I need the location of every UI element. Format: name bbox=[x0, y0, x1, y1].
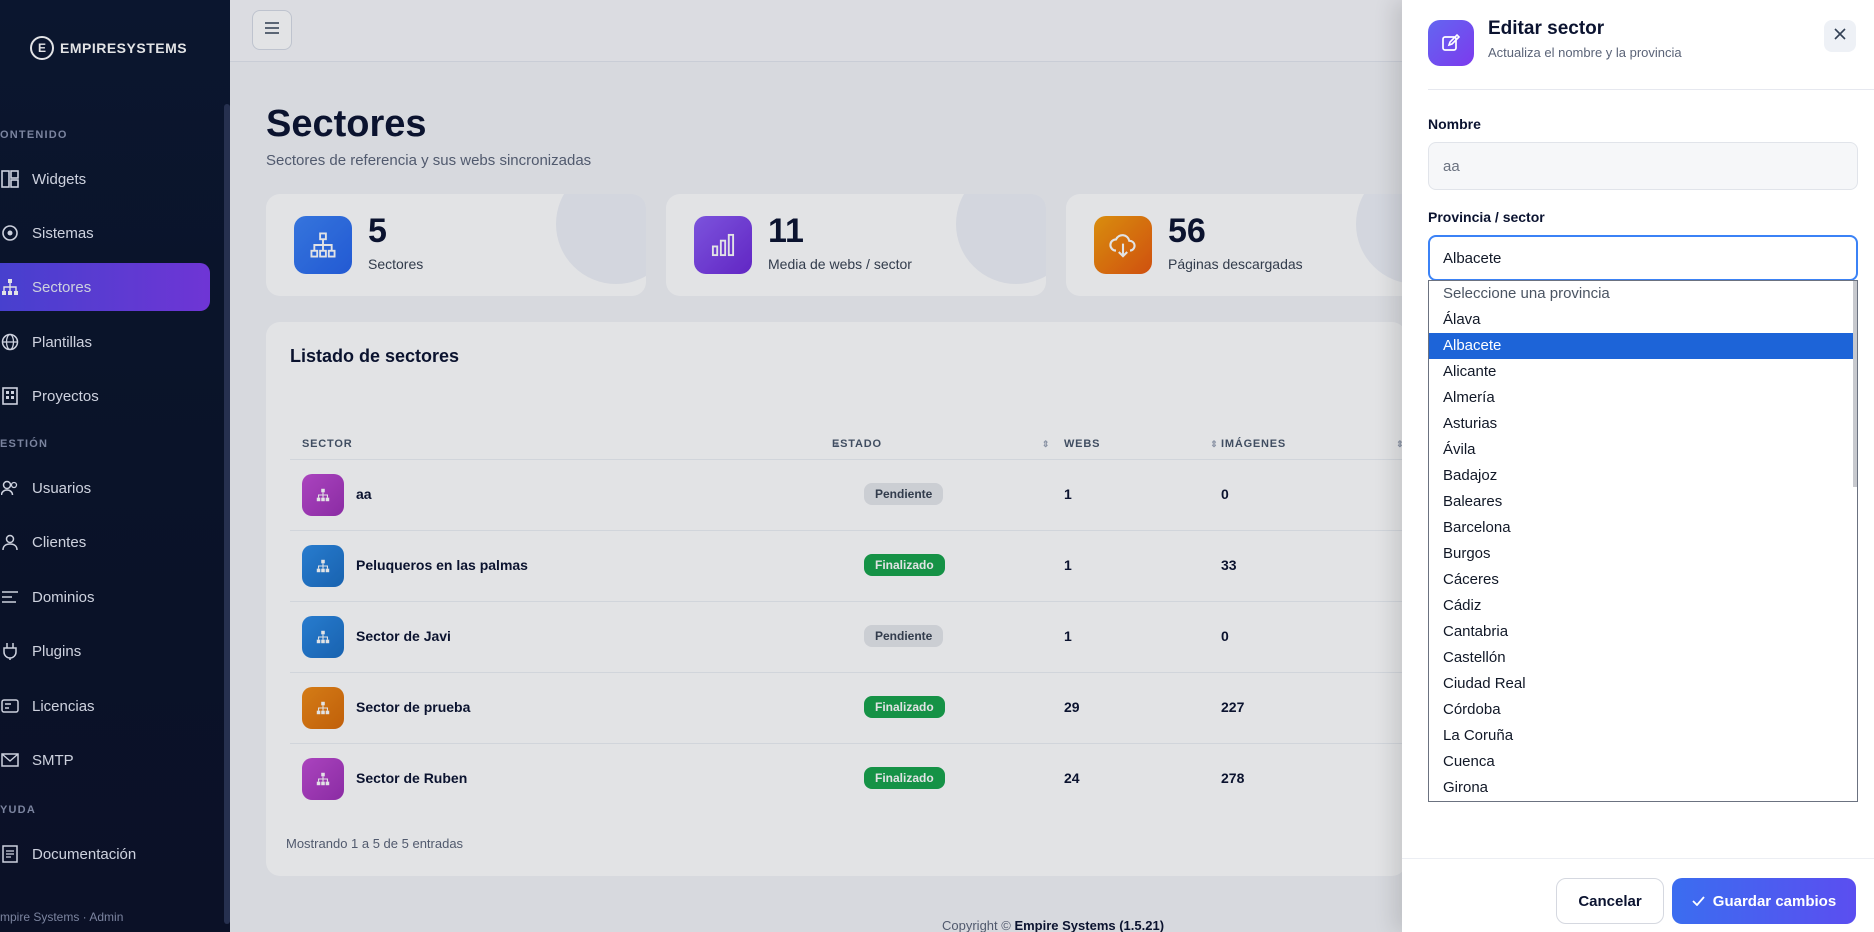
dropdown-option[interactable]: Cáceres bbox=[1429, 567, 1853, 593]
dropdown-option[interactable]: Ávila bbox=[1429, 437, 1853, 463]
footer-divider bbox=[1402, 858, 1874, 859]
save-changes-button[interactable]: Guardar cambios bbox=[1672, 878, 1856, 924]
dropdown-option[interactable]: Barcelona bbox=[1429, 515, 1853, 541]
drawer-title: Editar sector bbox=[1488, 18, 1605, 39]
provincia-dropdown-list: Seleccione una provincia Álava Albacete … bbox=[1428, 280, 1858, 802]
dropdown-option-placeholder[interactable]: Seleccione una provincia bbox=[1429, 281, 1853, 307]
dropdown-option[interactable]: Asturias bbox=[1429, 411, 1853, 437]
close-icon bbox=[1834, 27, 1846, 45]
nombre-input[interactable] bbox=[1428, 142, 1858, 190]
nombre-label: Nombre bbox=[1428, 116, 1481, 132]
provincia-select[interactable]: Albacete bbox=[1428, 235, 1858, 281]
dropdown-option[interactable]: Almería bbox=[1429, 385, 1853, 411]
dropdown-option[interactable]: Alicante bbox=[1429, 359, 1853, 385]
edit-sector-drawer: Editar sector Actualiza el nombre y la p… bbox=[1402, 0, 1874, 932]
dropdown-option[interactable]: Cádiz bbox=[1429, 593, 1853, 619]
dropdown-option[interactable]: La Coruña bbox=[1429, 723, 1853, 749]
dropdown-option[interactable]: Baleares bbox=[1429, 489, 1853, 515]
edit-icon bbox=[1428, 20, 1474, 66]
dropdown-option[interactable]: Burgos bbox=[1429, 541, 1853, 567]
close-button[interactable] bbox=[1824, 20, 1856, 52]
dropdown-option[interactable]: Cuenca bbox=[1429, 749, 1853, 775]
provincia-label: Provincia / sector bbox=[1428, 209, 1545, 225]
dropdown-option-selected[interactable]: Albacete bbox=[1429, 333, 1853, 359]
dropdown-option[interactable]: Badajoz bbox=[1429, 463, 1853, 489]
drawer-subtitle: Actualiza el nombre y la provincia bbox=[1488, 45, 1682, 60]
dropdown-scrollbar[interactable] bbox=[1853, 281, 1857, 487]
dropdown-option[interactable]: Cantabria bbox=[1429, 619, 1853, 645]
cancel-button[interactable]: Cancelar bbox=[1556, 878, 1664, 924]
check-icon bbox=[1692, 893, 1705, 910]
dropdown-option[interactable]: Ciudad Real bbox=[1429, 671, 1853, 697]
dropdown-option[interactable]: Girona bbox=[1429, 775, 1853, 801]
dropdown-option[interactable]: Córdoba bbox=[1429, 697, 1853, 723]
save-label: Guardar cambios bbox=[1712, 892, 1837, 910]
dropdown-option[interactable]: Castellón bbox=[1429, 645, 1853, 671]
header-divider bbox=[1428, 89, 1874, 90]
dropdown-option[interactable]: Álava bbox=[1429, 307, 1853, 333]
